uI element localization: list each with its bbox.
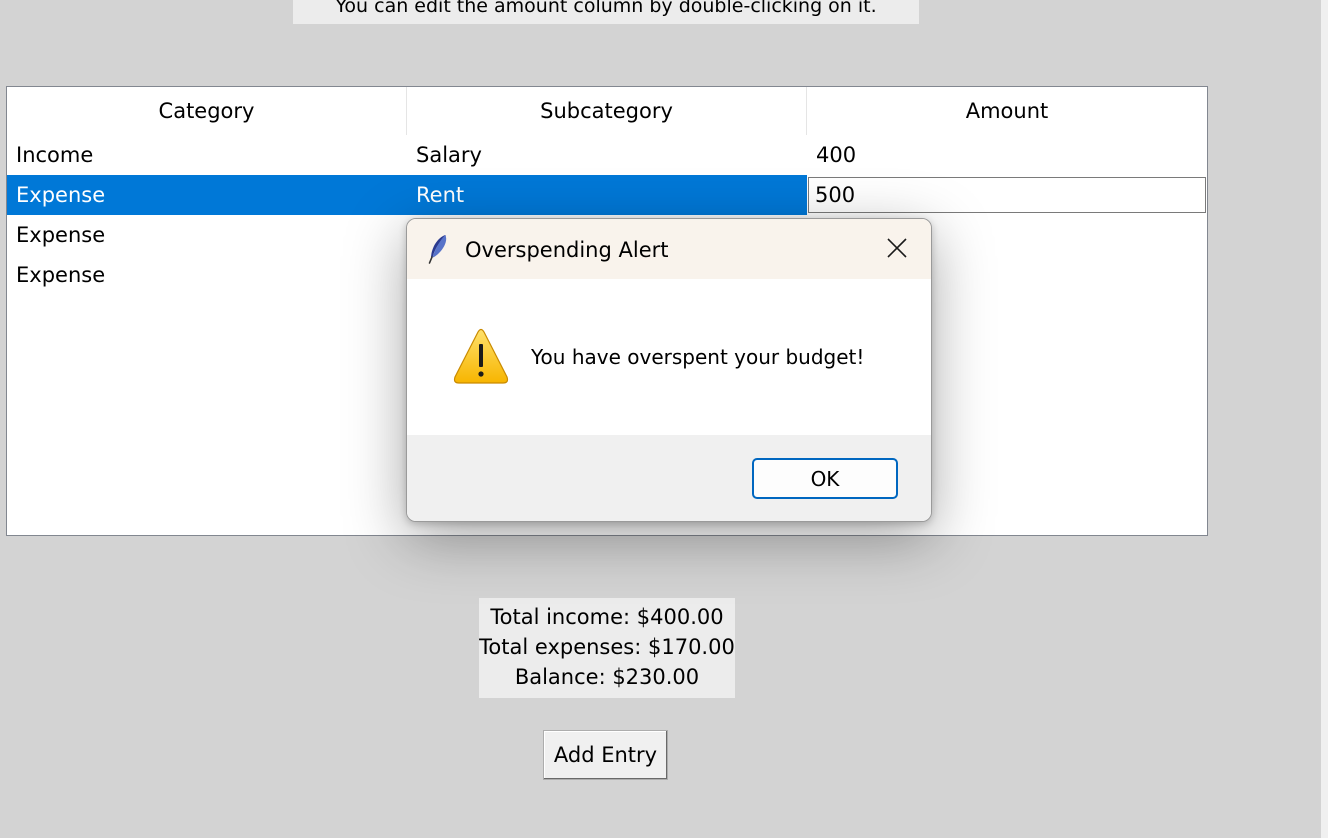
table-row[interactable]: Income Salary 400: [7, 135, 1207, 175]
warning-icon: [453, 328, 509, 384]
window-edge: [1321, 0, 1328, 838]
totals-panel: Total income: $400.00 Total expenses: $1…: [479, 598, 735, 698]
balance-label: Balance: $230.00: [514, 665, 700, 689]
cell-subcategory: Rent: [407, 175, 807, 215]
column-header-amount[interactable]: Amount: [807, 87, 1207, 135]
table-row-selected[interactable]: Expense Rent: [7, 175, 1207, 215]
table-header: Category Subcategory Amount: [7, 87, 1207, 135]
cell-amount[interactable]: 400: [807, 135, 1207, 175]
edit-hint-label: You can edit the amount column by double…: [293, 0, 919, 24]
cell-category: Income: [16, 143, 94, 167]
total-expenses-label: Total expenses: $170.00: [479, 635, 735, 659]
cell-subcategory: Salary: [416, 143, 482, 167]
dialog-body: You have overspent your budget!: [407, 279, 931, 435]
app-window: You can edit the amount column by double…: [0, 0, 1328, 838]
cell-category: Expense: [16, 223, 106, 247]
dialog-title: Overspending Alert: [465, 238, 669, 262]
amount-edit-field[interactable]: [808, 177, 1206, 213]
overspending-alert-dialog: Overspending Alert You have overspent yo…: [406, 218, 932, 522]
ok-button[interactable]: OK: [752, 458, 898, 499]
add-entry-button[interactable]: Add Entry: [543, 730, 668, 780]
column-header-category[interactable]: Category: [7, 87, 407, 135]
dialog-message: You have overspent your budget!: [531, 345, 865, 369]
cell-category: Expense: [7, 175, 407, 215]
total-income-label: Total income: $400.00: [490, 605, 724, 629]
dialog-footer: OK: [407, 435, 931, 521]
close-icon[interactable]: [869, 227, 925, 271]
cell-category: Expense: [16, 263, 106, 287]
column-header-subcategory[interactable]: Subcategory: [407, 87, 807, 135]
cell-amount: [807, 175, 1207, 215]
feather-icon: [428, 235, 447, 264]
dialog-title-bar[interactable]: Overspending Alert: [407, 219, 931, 279]
